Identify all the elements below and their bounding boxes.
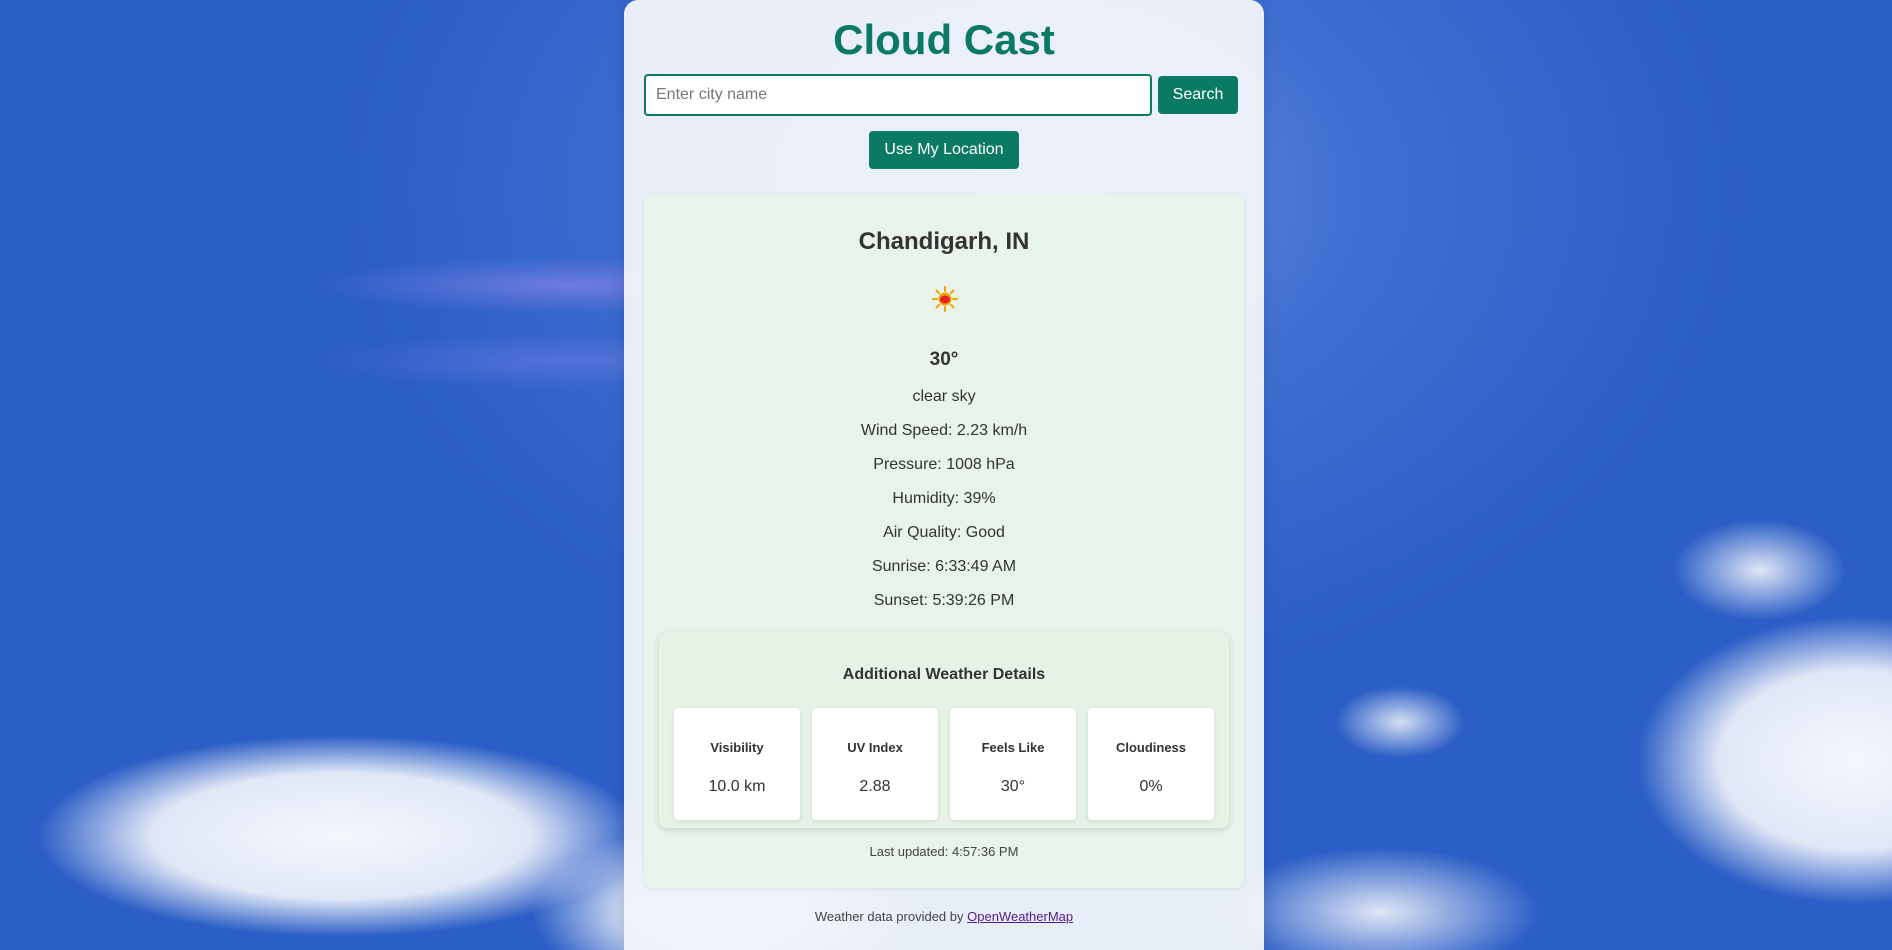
detail-tile-cloudiness: Cloudiness 0% bbox=[1088, 708, 1214, 820]
detail-value: 2.88 bbox=[859, 778, 891, 795]
city-name: Chandigarh, IN bbox=[858, 228, 1030, 255]
additional-details-section: Additional Weather Details Visibility 10… bbox=[659, 632, 1229, 828]
openweathermap-link[interactable]: OpenWeatherMap bbox=[967, 909, 1073, 924]
search-button[interactable]: Search bbox=[1158, 76, 1238, 114]
current-weather-card: Chandigarh, IN 30° clear sky Wind Speed:… bbox=[644, 194, 1244, 888]
footer-attribution: Weather data provided by OpenWeatherMap bbox=[624, 909, 1264, 924]
pressure: Pressure: 1008 hPa bbox=[873, 456, 1015, 473]
sun-icon bbox=[932, 286, 958, 312]
detail-value: 30° bbox=[1000, 778, 1026, 795]
weather-app-panel: Cloud Cast Search Use My Location Chandi… bbox=[624, 0, 1264, 950]
detail-label: Visibility bbox=[710, 740, 764, 755]
detail-tile-feels-like: Feels Like 30° bbox=[950, 708, 1076, 820]
detail-label: Cloudiness bbox=[1115, 740, 1187, 755]
use-my-location-button[interactable]: Use My Location bbox=[869, 131, 1019, 169]
last-updated: Last updated: 4:57:36 PM bbox=[869, 844, 1019, 859]
wind-speed: Wind Speed: 2.23 km/h bbox=[860, 422, 1028, 439]
detail-label: Feels Like bbox=[981, 740, 1045, 755]
additional-details-title: Additional Weather Details bbox=[842, 666, 1046, 683]
detail-tile-uv-index: UV Index 2.88 bbox=[812, 708, 938, 820]
weather-description: clear sky bbox=[912, 388, 976, 405]
detail-value: 0% bbox=[1139, 778, 1163, 795]
sunset: Sunset: 5:39:26 PM bbox=[873, 592, 1015, 609]
air-quality: Air Quality: Good bbox=[883, 524, 1005, 541]
detail-value: 10.0 km bbox=[708, 778, 766, 795]
footer-prefix: Weather data provided by bbox=[814, 909, 964, 924]
temperature: 30° bbox=[929, 349, 959, 370]
sunrise: Sunrise: 6:33:49 AM bbox=[871, 558, 1017, 575]
app-title: Cloud Cast bbox=[833, 16, 1055, 63]
humidity: Humidity: 39% bbox=[892, 490, 996, 507]
city-search-input[interactable] bbox=[644, 74, 1152, 116]
detail-label: UV Index bbox=[847, 740, 903, 755]
detail-tile-visibility: Visibility 10.0 km bbox=[674, 708, 800, 820]
